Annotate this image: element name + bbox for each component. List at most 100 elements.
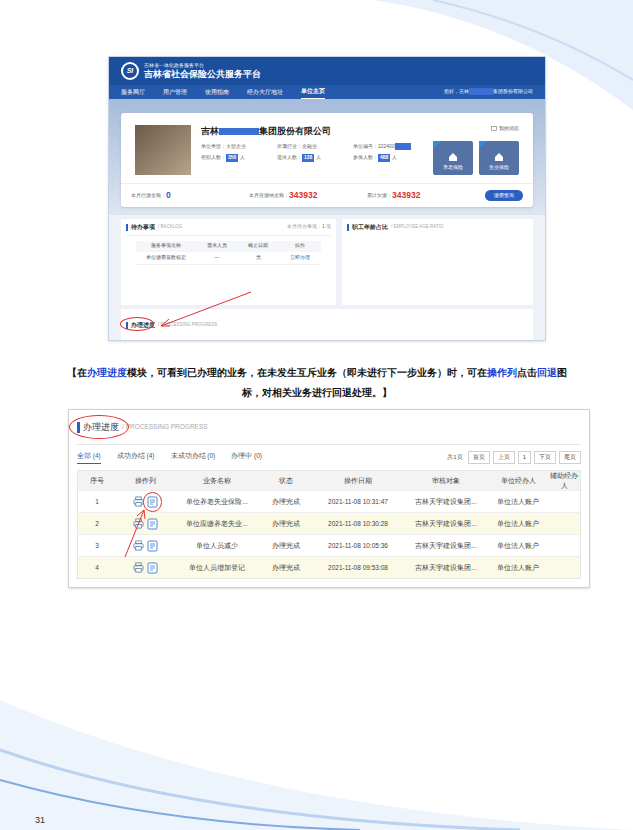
stats-row: 本月已缴金额：0本月应缴纳金额：343932累计欠缴：343932缴费查询 [121,183,533,207]
page-number: 31 [0,814,633,830]
column-header: 需求人员 [196,243,238,250]
company-name: 吉林集团股份有限公司 [201,125,423,138]
filter-tabs: 全部 (4) 成功办结 (4) 未成功办结 (0) 办理中 (0) [77,451,262,464]
header-title: 吉林省社会保险公共服务平台 [144,69,261,79]
company-field: 单位编号：222400 [353,143,423,151]
insurance-icon [494,152,504,162]
rollback-icon[interactable] [147,562,158,574]
table-row: 1单位养老失业保险...办理完成2021-11-08 10:31:47吉林天宇建… [78,490,580,512]
document-page: SI 吉林省一体化政务服务平台吉林省社会保险公共服务平台服务网厅 用户管理 使用指南 经… [0,0,633,830]
operation-cell [116,496,174,508]
caption-segment: 回退 [537,367,557,378]
header-subtitle: 吉林省一体化政务服务平台 [144,63,261,69]
pager-button[interactable]: 尾页 [559,451,581,464]
payment-query-button[interactable]: 缴费查询 [485,190,523,202]
backlog-row: 单位缴费基数核定—无立即办理 [136,252,321,266]
wave-decoration-icon [0,660,633,830]
company-card: 吉林集团股份有限公司单位类型：大型企业所属行业：金融业单位编号：222400 在职… [121,113,533,207]
column-header: 业务名称 [174,476,260,486]
nav-item[interactable]: 服务网厅 [121,86,145,98]
filter-tab[interactable]: 全部 (4) [77,451,101,464]
logo: SI [121,62,139,80]
column-header: 操作 [279,243,321,250]
caption-segment: 【在 [67,367,87,378]
annotation-circle [143,492,162,512]
column-header: 服务事项名称 [136,243,196,250]
rollback-icon[interactable] [147,518,158,530]
column-header: 辅助经办人 [548,471,580,491]
column-header: 序号 [78,476,116,486]
nav-item[interactable]: 用户管理 [163,86,187,98]
pager-button[interactable]: 1 [518,451,531,464]
rollback-icon[interactable] [147,496,158,508]
section-title: 职工年龄占比/ EMPLOYEE AGE RATIO [347,223,528,232]
message-icon [491,126,497,132]
table-row: 4单位人员增加登记办理完成2021-11-08 09:53:08吉林天宇建设集团… [78,556,580,578]
stat-item: 本月应缴纳金额：343932 [249,189,367,202]
filter-tab[interactable]: 未成功办结 (0) [171,451,216,464]
backlog-table: 服务事项名称需求人员截止日期操作单位缴费基数核定—无立即办理 [136,241,321,266]
section-title: 办理进度/ PROCESSING PROGRESS [77,421,208,435]
progress-section: 办理进度/ PROCESSING PROGRESS [121,309,533,340]
annotation-arrow-icon [122,507,148,559]
company-count: 参保人数：488 人 [353,154,423,162]
platform-screenshot: SI 吉林省一体化政务服务平台吉林省社会保险公共服务平台服务网厅 用户管理 使用指南 经… [108,56,546,341]
company-photo [135,125,191,175]
nav-item[interactable]: 经办大厅地址 [247,86,283,98]
table-row: 2单位应缴养老失业...办理完成2021-11-08 10:30:28吉林天宇建… [78,512,580,534]
rollback-icon[interactable] [147,540,158,552]
stat-item: 本月已缴金额：0 [131,189,249,202]
handle-link[interactable]: 立即办理 [279,255,321,262]
section-title: 待办事项/ BACKLOG [126,223,182,232]
column-header: 审核对象 [404,476,488,486]
filter-tab[interactable]: 办理中 (0) [231,451,262,464]
stat-item: 累计欠缴：343932 [367,189,485,202]
annotation-circle [120,317,154,331]
pager-button[interactable]: 上页 [493,451,515,464]
page-total: 共1页 [447,453,462,462]
column-header: 状态 [260,476,312,486]
company-field: 所属行业：金融业 [277,143,347,151]
age-panel: 职工年龄占比/ EMPLOYEE AGE RATIO [342,219,533,305]
greeting: 您好，吉林集团股份有限公司 [444,88,533,96]
printer-icon[interactable] [133,540,144,551]
annotation-arrow-icon [157,288,257,330]
caption: 【在办理进度模块，可看到已办理的业务，在未发生互斥业务（即未进行下一步业务）时，… [60,363,573,403]
column-header: 操作列 [116,476,174,486]
insurance-icon [448,152,458,162]
company-count: 退休人数：138 人 [277,154,347,162]
redaction-box [219,128,259,135]
messages-link[interactable]: 我的消息 [491,125,519,133]
caption-segment: 模块，可看到已办理的业务，在未发生互斥业务（即未进行下一步业务）时，可在 [127,367,487,378]
printer-icon[interactable] [133,562,144,573]
nav-item[interactable]: 单位主页 [301,85,325,98]
backlog-count: 本月待办事项：1 项 [287,224,331,231]
section-title: 办理进度/ PROCESSING PROGRESS [126,321,217,330]
progress-screenshot: 办理进度/ PROCESSING PROGRESS 全部 (4) 成功办结 (4) 未… [68,409,590,589]
table-row: 3单位人员减少办理完成2021-11-08 10:05:36吉林天宇建设集团..… [78,534,580,556]
pager-button[interactable]: 下页 [534,451,556,464]
column-header: 截止日期 [238,243,280,250]
column-header: 单位经办人 [488,476,548,486]
operation-cell [116,562,174,574]
printer-icon[interactable] [133,518,144,529]
pager: 共1页首页上页1下页尾页 [447,451,581,464]
nav-item[interactable]: 使用指南 [205,86,229,98]
backlog-panel: 待办事项/ BACKLOG 本月待办事项：1 项服务事项名称需求人员截止日期操作单… [121,219,336,305]
redaction-box [395,143,411,150]
progress-table: 序号操作列业务名称状态操作日期审核对象单位经办人辅助经办人1单位养老失业保险..… [77,470,581,580]
pager-button[interactable]: 首页 [468,451,490,464]
caption-segment: 办理进度 [87,367,127,378]
operation-cell [116,518,174,530]
company-field: 单位类型：大型企业 [201,143,271,151]
caption-segment: 操作列 [487,367,517,378]
filter-tab[interactable]: 成功办结 (4) [117,451,155,464]
company-count: 在职人数：350 人 [201,154,271,162]
printer-icon[interactable] [133,496,144,507]
insurance-button[interactable]: 失业保险 [479,141,519,175]
caption-segment: 点击 [517,367,537,378]
nav-bar: 服务网厅 用户管理 使用指南 经办大厅地址 单位主页 您好，吉林集团股份有限公司 [109,85,545,99]
insurance-button[interactable]: 养老保险 [433,141,473,175]
redaction-box [469,88,493,95]
header-bar: SI 吉林省一体化政务服务平台吉林省社会保险公共服务平台 [109,57,545,85]
